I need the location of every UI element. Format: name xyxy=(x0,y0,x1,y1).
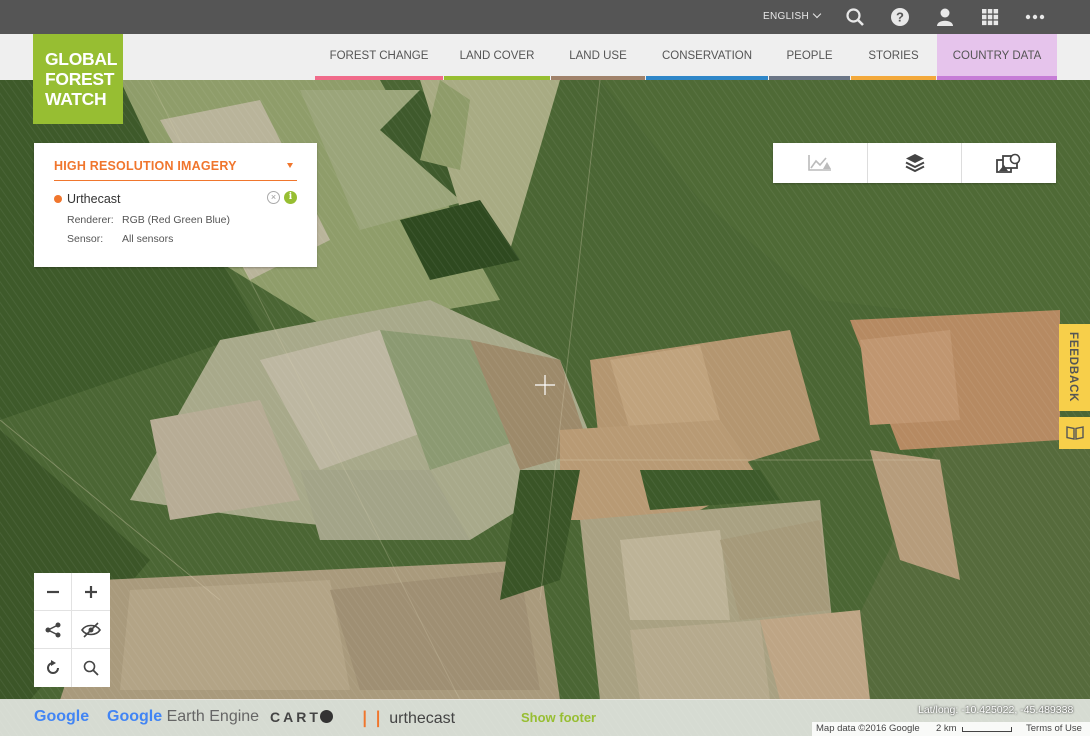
nav-color-bar xyxy=(851,76,936,80)
layer-name: Urthecast xyxy=(67,192,121,206)
nav-land-cover[interactable]: LAND COVER xyxy=(444,34,550,80)
nav-country-data[interactable]: COUNTRY DATA xyxy=(937,34,1057,80)
layers-tab[interactable] xyxy=(868,143,963,183)
layer-legend-panel: HIGH RESOLUTION IMAGERY Urthecast × i Re… xyxy=(34,143,317,267)
nav-color-bar xyxy=(551,76,645,80)
gfw-logo[interactable]: GLOBAL FOREST WATCH xyxy=(33,34,123,124)
map-center-crosshair xyxy=(535,375,555,395)
search-icon xyxy=(83,660,99,676)
map-data-credit: Map data ©2016 Google xyxy=(816,723,920,734)
top-bar xyxy=(0,0,1090,34)
layer-color-dot xyxy=(54,195,62,203)
share-icon xyxy=(45,622,60,637)
renderer-label: Renderer: xyxy=(67,214,114,226)
remove-layer-icon[interactable]: × xyxy=(267,191,280,204)
map-controls xyxy=(34,573,110,687)
sensor-value[interactable]: All sensors xyxy=(122,233,173,245)
satellite-map[interactable] xyxy=(0,0,1090,736)
zoom-in-icon xyxy=(85,585,97,598)
sensor-row: Sensor: All sensors xyxy=(67,230,297,249)
scale-bar xyxy=(962,727,1012,732)
google-earth-engine-logo[interactable]: Google Earth Engine xyxy=(107,708,259,726)
info-icon[interactable]: i xyxy=(284,191,297,204)
language-label: ENGLISH xyxy=(763,11,810,22)
nav-label: STORIES xyxy=(868,50,919,62)
nav-land-use[interactable]: LAND USE xyxy=(551,34,645,80)
sensor-label: Sensor: xyxy=(67,233,104,245)
analysis-tab[interactable] xyxy=(773,143,868,183)
basemap-tab[interactable] xyxy=(962,143,1056,183)
satellite-imagery xyxy=(0,0,1090,736)
nav-label: LAND COVER xyxy=(459,50,535,62)
nav-color-bar xyxy=(937,76,1057,80)
book-icon xyxy=(1065,426,1084,440)
nav-forest-change[interactable]: FOREST CHANGE xyxy=(315,34,443,80)
imagery-basemap-icon xyxy=(996,153,1021,173)
hide-panels-button[interactable] xyxy=(72,611,110,649)
nav-stories[interactable]: STORIES xyxy=(851,34,936,80)
share-button[interactable] xyxy=(34,611,72,649)
legend-category-dropdown[interactable]: HIGH RESOLUTION IMAGERY xyxy=(54,159,297,181)
zoom-in-button[interactable] xyxy=(72,573,110,611)
feedback-tab[interactable]: FEEDBACK xyxy=(1059,324,1090,411)
nav-color-bar xyxy=(315,76,443,80)
apps-grid-icon[interactable] xyxy=(980,7,1000,27)
logo-line-1: GLOBAL xyxy=(45,49,118,69)
carto-o-icon xyxy=(319,710,333,723)
nav-label: FOREST CHANGE xyxy=(329,50,429,62)
scale-label: 2 km xyxy=(936,723,957,734)
renderer-value[interactable]: RGB (Red Green Blue) xyxy=(122,214,230,226)
lat-long-readout: Lat/long: -10.425022, -45.489338 xyxy=(918,704,1074,716)
urthecast-logo[interactable]: ❘❘ urthecast xyxy=(358,708,455,728)
dropdown-arrow-icon xyxy=(287,163,293,168)
map-attribution: Map data ©2016 Google 2 km Terms of Use xyxy=(812,722,1090,736)
earth-engine-google-label: Google xyxy=(107,708,163,725)
feedback-label: FEEDBACK xyxy=(1067,332,1079,403)
nav-label: CONSERVATION xyxy=(661,50,753,62)
language-selector[interactable]: ENGLISH xyxy=(763,9,822,22)
nav-color-bar xyxy=(769,76,850,80)
search-map-button[interactable] xyxy=(72,649,110,687)
layer-row: Urthecast × i xyxy=(54,191,297,207)
logo-line-2: FOREST xyxy=(45,69,115,89)
nav-label: COUNTRY DATA xyxy=(952,50,1042,62)
show-footer-link[interactable]: Show footer xyxy=(521,710,596,725)
svg-text:?: ? xyxy=(896,10,904,25)
guide-tab[interactable] xyxy=(1059,417,1090,449)
nav-color-bar xyxy=(646,76,768,80)
more-icon[interactable] xyxy=(1025,7,1045,27)
urthecast-label: urthecast xyxy=(389,710,456,727)
refresh-icon xyxy=(46,660,59,674)
analysis-icon xyxy=(808,155,831,171)
google-logo[interactable]: Google xyxy=(34,708,89,726)
nav-people[interactable]: PEOPLE xyxy=(769,34,850,80)
zoom-out-button[interactable] xyxy=(34,573,72,611)
nav-color-bar xyxy=(444,76,550,80)
nav-label: PEOPLE xyxy=(786,50,833,62)
earth-engine-label: Earth Engine xyxy=(166,708,260,725)
help-icon[interactable]: ? xyxy=(890,7,910,27)
renderer-row: Renderer: RGB (Red Green Blue) xyxy=(67,211,297,230)
zoom-out-icon xyxy=(46,590,59,593)
chevron-down-icon xyxy=(812,9,822,19)
refresh-button[interactable] xyxy=(34,649,72,687)
nav-conservation[interactable]: CONSERVATION xyxy=(646,34,768,80)
legend-title: HIGH RESOLUTION IMAGERY xyxy=(54,159,237,173)
user-icon[interactable] xyxy=(935,7,955,27)
google-label: Google xyxy=(34,708,90,725)
carto-label: CART xyxy=(270,709,321,725)
nav-label: LAND USE xyxy=(569,50,627,62)
logo-line-3: WATCH xyxy=(45,89,107,109)
urthecast-mark-icon: ❘❘ xyxy=(358,710,385,727)
map-tool-tabs xyxy=(773,143,1056,183)
terms-link[interactable]: Terms of Use xyxy=(1026,722,1082,736)
layers-icon xyxy=(905,154,924,173)
hide-icon xyxy=(81,621,101,638)
search-icon[interactable] xyxy=(845,7,865,27)
carto-logo[interactable]: CART xyxy=(270,709,333,725)
